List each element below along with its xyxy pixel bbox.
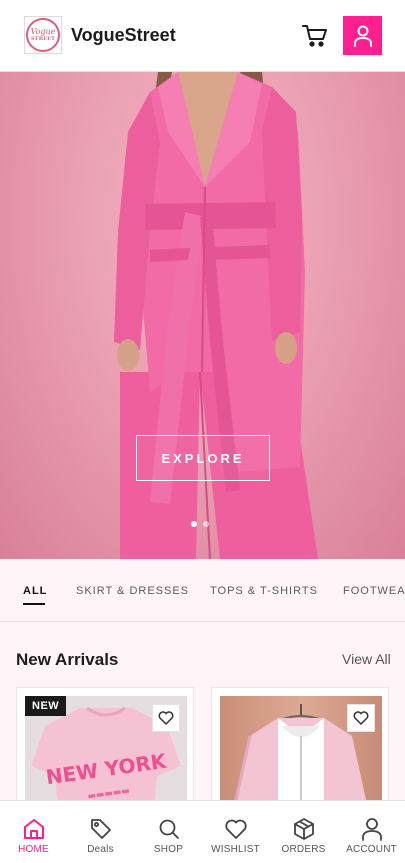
cart-button[interactable] [300,22,330,50]
carousel-dot-1[interactable] [191,521,197,527]
user-icon [353,25,372,47]
logo-badge: Vogue STREET [26,18,60,52]
nav-label-home: HOME [18,844,49,855]
heart-icon [158,711,174,725]
nav-orders[interactable]: ORDERS [270,801,337,863]
user-icon [359,816,385,842]
home-icon [21,816,47,842]
tab-all[interactable]: ALL [23,585,47,597]
nav-label-deals: Deals [87,844,114,855]
hero-banner[interactable]: EXPLORE [0,72,405,559]
logo-text-street: STREET [30,36,56,42]
view-all-link[interactable]: View All [342,651,391,667]
category-tabs: ALL SKIRT & DRESSES TOPS & T-SHIRTS FOOT… [0,559,405,622]
nav-label-shop: SHOP [153,844,184,855]
nav-wishlist[interactable]: WISHLIST [202,801,269,863]
box-icon [291,816,317,842]
nav-home[interactable]: HOME [0,801,67,863]
nav-label-orders: ORDERS [281,844,326,855]
bottom-navigation: HOME Deals SHOP WISHLIST ORDERS ACCOUNT [0,800,405,863]
nav-account[interactable]: ACCOUNT [338,801,405,863]
tab-tops-tshirts[interactable]: TOPS & T-SHIRTS [210,585,318,597]
tab-skirt-dresses[interactable]: SKIRT & DRESSES [76,585,189,597]
brand-name[interactable]: VogueStreet [71,25,176,46]
heart-icon [223,816,249,842]
wishlist-button[interactable] [347,704,375,732]
nav-shop[interactable]: SHOP [135,801,202,863]
new-badge: NEW [25,696,67,716]
cart-icon [302,25,327,47]
explore-button[interactable]: EXPLORE [136,435,270,481]
product-card[interactable] [211,687,389,817]
account-button[interactable] [343,16,382,55]
nav-label-account: ACCOUNT [346,844,397,855]
carousel-dot-2[interactable] [203,521,209,527]
active-tab-indicator [23,603,45,605]
tag-icon [88,816,114,842]
hero-model-image [114,72,318,559]
brand-logo[interactable]: Vogue STREET [24,16,62,54]
section-title-new-arrivals: New Arrivals [16,650,119,669]
logo-text-vogue: Vogue [30,27,56,36]
product-card[interactable]: NEW YORK ▬▬▬▬▬ NEW [16,687,194,817]
search-icon [156,816,182,842]
app-header: Vogue STREET VogueStreet [0,0,405,72]
tab-footwear[interactable]: FOOTWEAR [343,585,405,597]
nav-deals[interactable]: Deals [67,801,134,863]
carousel-dots [191,521,209,527]
nav-label-wishlist: WISHLIST [211,844,260,855]
heart-icon [353,711,369,725]
wishlist-button[interactable] [152,704,180,732]
